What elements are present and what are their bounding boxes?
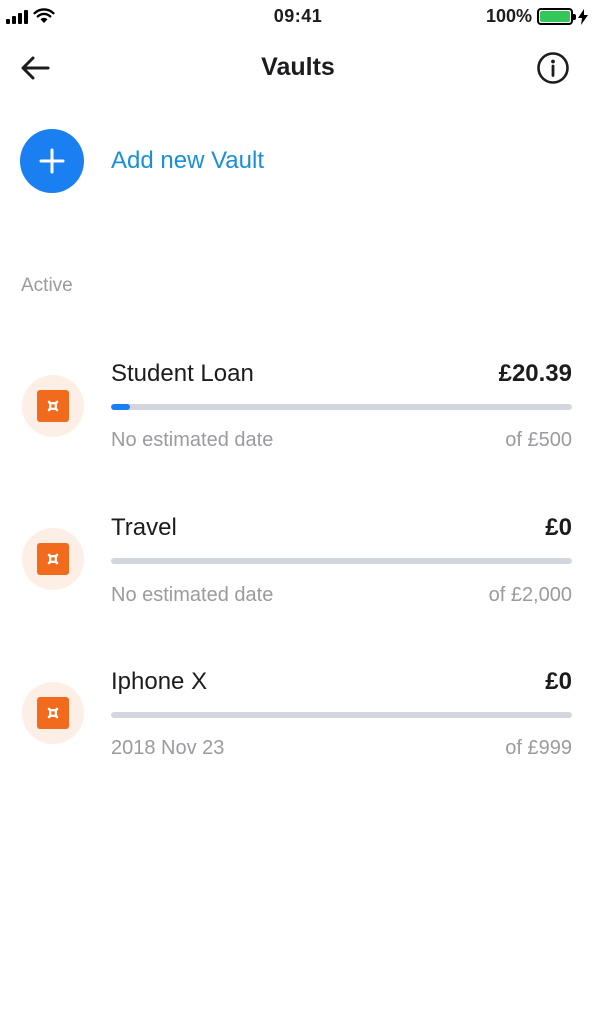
- vault-progress-bar: [111, 404, 572, 410]
- vault-target: of £500: [505, 429, 572, 451]
- vault-progress-fill: [111, 404, 130, 410]
- add-vault-circle[interactable]: [20, 129, 84, 193]
- vault-amount: £0: [545, 668, 572, 695]
- vault-row-travel[interactable]: Travel £0 No estimated date of £2,000: [0, 514, 596, 624]
- status-bar: 09:41 100%: [0, 0, 596, 34]
- vaults-screen: 09:41 100% Vaults Add new Vault Active S…: [0, 0, 596, 1024]
- status-right: 100%: [486, 6, 588, 27]
- plus-icon: [39, 148, 65, 174]
- vault-row-iphone-x[interactable]: Iphone X £0 2018 Nov 23 of £999: [0, 668, 596, 778]
- vault-icon-badge: [22, 528, 84, 590]
- info-circle-icon: [537, 52, 569, 84]
- add-vault-button[interactable]: Add new Vault: [20, 128, 264, 194]
- page-title: Vaults: [261, 53, 335, 81]
- vault-date: No estimated date: [111, 429, 274, 451]
- vault-date: 2018 Nov 23: [111, 737, 225, 759]
- vault-name: Iphone X: [111, 668, 208, 695]
- vault-progress-bar: [111, 712, 572, 718]
- battery-percent: 100%: [485, 6, 532, 26]
- section-label-active: Active: [21, 275, 73, 296]
- vault-safe-icon: [37, 390, 69, 422]
- battery-icon: [537, 8, 576, 25]
- vault-target: of £999: [505, 737, 572, 759]
- vault-progress-bar: [111, 558, 572, 564]
- charging-bolt-icon: [578, 8, 588, 25]
- vault-safe-icon: [37, 543, 69, 575]
- battery-fill: [540, 11, 570, 22]
- vault-date: No estimated date: [111, 584, 274, 606]
- vault-icon-badge: [22, 682, 84, 744]
- vault-name: Student Loan: [111, 360, 254, 387]
- vault-safe-icon: [37, 697, 69, 729]
- vault-name: Travel: [111, 514, 177, 541]
- vault-amount: £20.39: [498, 360, 572, 387]
- vault-icon-badge: [22, 375, 84, 437]
- vault-amount: £0: [545, 514, 572, 541]
- add-vault-label[interactable]: Add new Vault: [111, 147, 264, 175]
- vault-target: of £2,000: [488, 584, 572, 606]
- vault-row-student-loan[interactable]: Student Loan £20.39 No estimated date of…: [0, 360, 596, 470]
- info-button[interactable]: [536, 51, 570, 85]
- nav-bar: Vaults: [0, 34, 596, 102]
